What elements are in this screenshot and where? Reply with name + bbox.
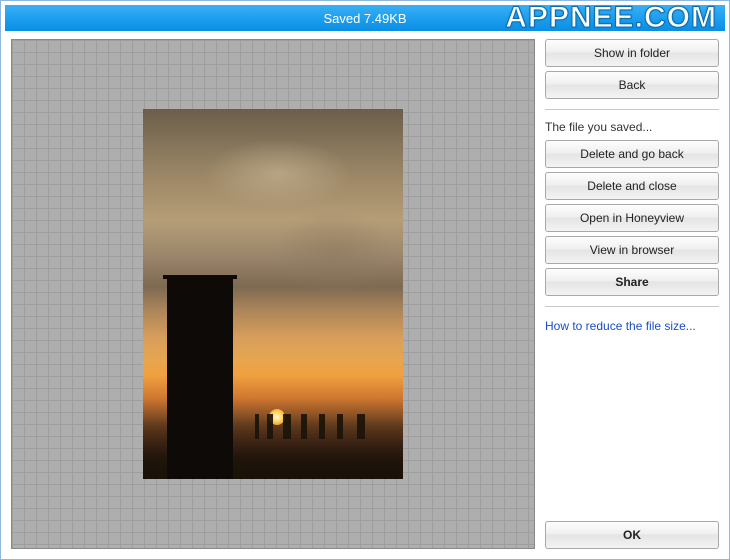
preview-image bbox=[143, 109, 403, 479]
back-button[interactable]: Back bbox=[545, 71, 719, 99]
titlebar: Saved 7.49KB APPNEE.COM bbox=[5, 5, 725, 31]
section-label-file-saved: The file you saved... bbox=[545, 118, 719, 136]
divider bbox=[545, 109, 719, 110]
delete-and-close-button[interactable]: Delete and close bbox=[545, 172, 719, 200]
image-decoration bbox=[273, 209, 393, 299]
ok-button[interactable]: OK bbox=[545, 521, 719, 549]
image-decoration bbox=[167, 279, 233, 479]
open-in-honeyview-button[interactable]: Open in Honeyview bbox=[545, 204, 719, 232]
image-decoration bbox=[203, 139, 353, 209]
show-in-folder-button[interactable]: Show in folder bbox=[545, 39, 719, 67]
reduce-file-size-link[interactable]: How to reduce the file size... bbox=[545, 315, 719, 337]
spacer bbox=[545, 341, 719, 517]
side-panel: Show in folder Back The file you saved..… bbox=[545, 39, 719, 549]
share-button[interactable]: Share bbox=[545, 268, 719, 296]
image-preview-pane[interactable] bbox=[11, 39, 535, 549]
view-in-browser-button[interactable]: View in browser bbox=[545, 236, 719, 264]
titlebar-text: Saved 7.49KB bbox=[5, 11, 725, 26]
delete-and-go-back-button[interactable]: Delete and go back bbox=[545, 140, 719, 168]
content-area: Show in folder Back The file you saved..… bbox=[5, 31, 725, 555]
divider bbox=[545, 306, 719, 307]
dialog-window: Saved 7.49KB APPNEE.COM Show in folder B… bbox=[0, 0, 730, 560]
